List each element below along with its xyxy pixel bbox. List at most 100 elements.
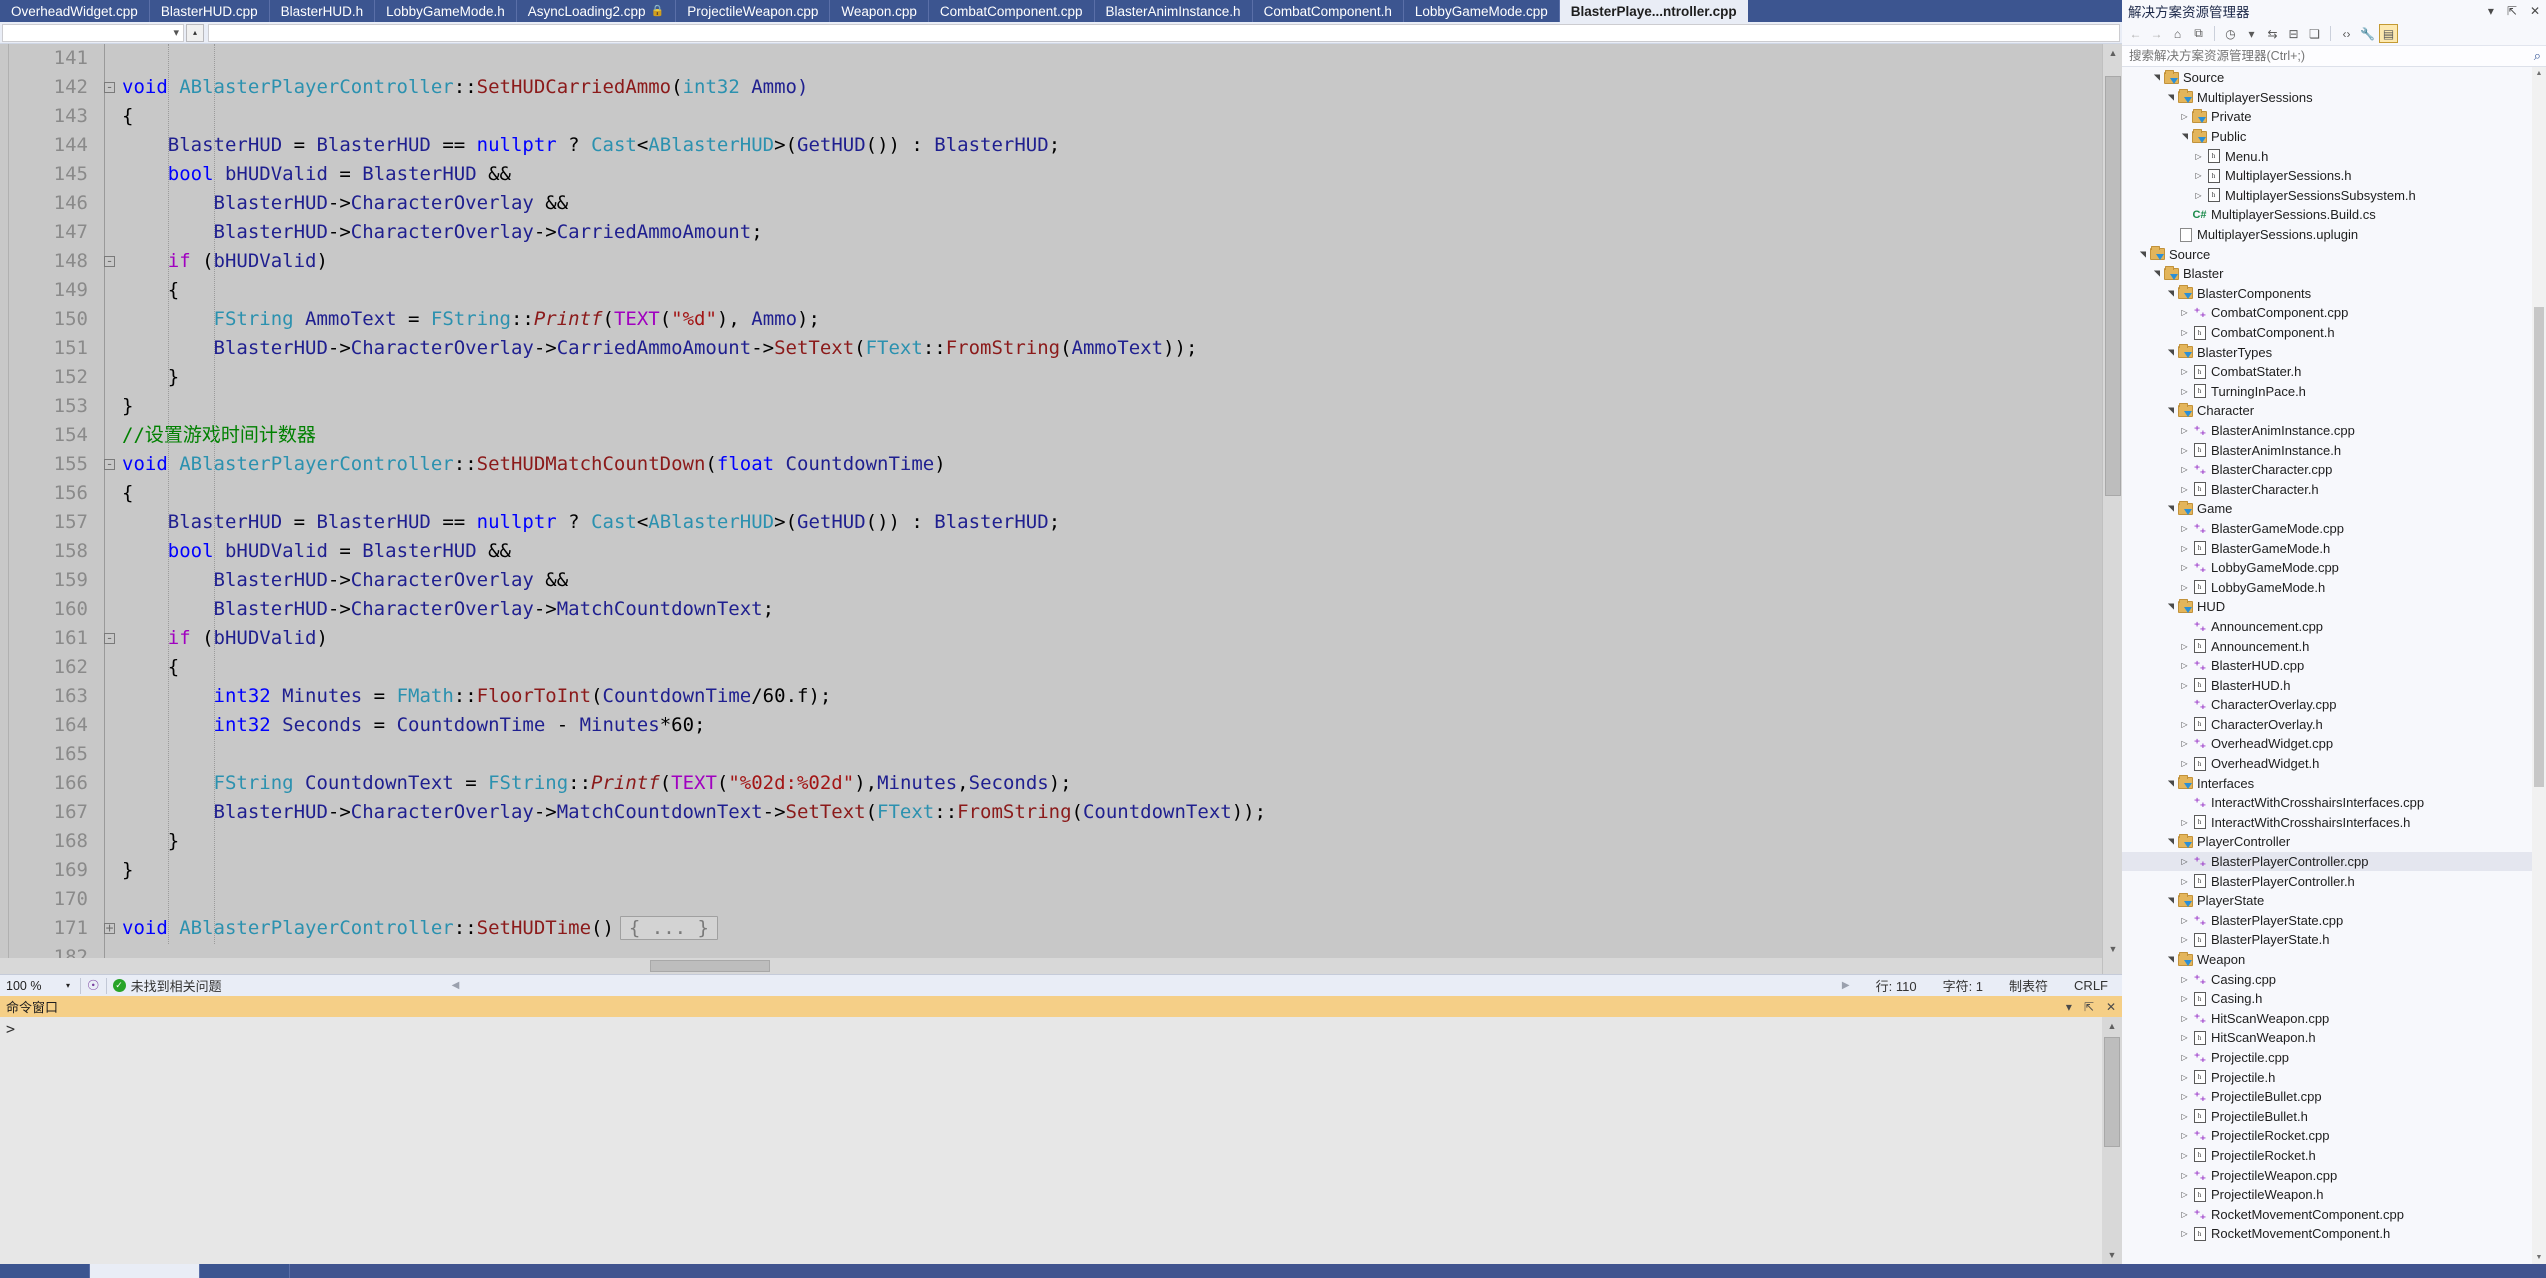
tree-item[interactable]: ▷ ⁺₊ ProjectileRocket.cpp [2122, 1126, 2532, 1146]
editor-tab[interactable]: BlasterAnimInstance.h [1094, 0, 1253, 22]
expand-arrow-closed-icon[interactable]: ▷ [2178, 112, 2191, 121]
code-line[interactable]: 148 - if (bHUDValid) [0, 247, 2102, 276]
expand-arrow-closed-icon[interactable]: ▷ [2178, 916, 2191, 925]
code-line[interactable]: 151 BlasterHUD->CharacterOverlay->Carrie… [0, 334, 2102, 363]
tree-item[interactable]: C# MultiplayerSessions.Build.cs [2122, 205, 2532, 225]
code-line[interactable]: 162 { [0, 653, 2102, 682]
tree-item[interactable]: ⁺₊ CharacterOverlay.cpp [2122, 695, 2532, 715]
solution-explorer-search[interactable]: ⌕ [2122, 46, 2546, 67]
expand-arrow-closed-icon[interactable]: ▷ [2178, 1190, 2191, 1199]
expand-arrow-closed-icon[interactable]: ▷ [2178, 485, 2191, 494]
tree-item[interactable]: ▷ h MultiplayerSessions.h [2122, 166, 2532, 186]
editor-hscroll-thumb[interactable] [650, 960, 770, 972]
command-prompt[interactable]: > [0, 1017, 2122, 1041]
expand-arrow-closed-icon[interactable]: ▷ [2192, 191, 2205, 200]
expand-arrow-closed-icon[interactable]: ▷ [2178, 1092, 2191, 1101]
expand-arrow-closed-icon[interactable]: ▷ [2178, 1210, 2191, 1219]
code-line[interactable]: 163 int32 Minutes = FMath::FloorToInt(Co… [0, 682, 2102, 711]
tree-item[interactable]: ◢ Character [2122, 401, 2532, 421]
tree-item[interactable]: ▷ h CharacterOverlay.h [2122, 715, 2532, 735]
tree-item[interactable]: ▷ h BlasterGameMode.h [2122, 538, 2532, 558]
expand-arrow-open-icon[interactable]: ◢ [2166, 404, 2175, 417]
tree-item[interactable]: ▷ ⁺₊ OverheadWidget.cpp [2122, 734, 2532, 754]
editor-tab[interactable]: AsyncLoading2.cpp 🔒 [516, 0, 677, 22]
code-line[interactable]: 142 - void ABlasterPlayerController::SetHU… [0, 73, 2102, 102]
code-line[interactable]: 149 { [0, 276, 2102, 305]
tree-item[interactable]: ▷ h ProjectileBullet.h [2122, 1106, 2532, 1126]
issues-prev-arrow[interactable]: ◀ [452, 980, 460, 991]
tree-item[interactable]: ◢ HUD [2122, 597, 2532, 617]
chevron-down-icon[interactable]: ▾ [2242, 24, 2261, 43]
expand-arrow-open-icon[interactable]: ◢ [2152, 71, 2161, 84]
expand-arrow-closed-icon[interactable]: ▷ [2178, 308, 2191, 317]
editor-tab[interactable]: OverheadWidget.cpp [0, 0, 150, 22]
tree-item[interactable]: ▷ ⁺₊ RocketMovementComponent.cpp [2122, 1204, 2532, 1224]
expand-arrow-closed-icon[interactable]: ▷ [2192, 152, 2205, 161]
tree-item[interactable]: ▷ Private [2122, 107, 2532, 127]
code-line[interactable]: 171 + void ABlasterPlayerController::SetHU… [0, 914, 2102, 943]
tree-item[interactable]: ▷ ⁺₊ BlasterAnimInstance.cpp [2122, 421, 2532, 441]
tree-item[interactable]: ▷ ⁺₊ CombatComponent.cpp [2122, 303, 2532, 323]
tree-item[interactable]: ◢ BlasterTypes [2122, 342, 2532, 362]
tool-window-tab[interactable] [90, 1264, 200, 1278]
tree-item[interactable]: ▷ ⁺₊ HitScanWeapon.cpp [2122, 1009, 2532, 1029]
expand-arrow-closed-icon[interactable]: ▷ [2178, 877, 2191, 886]
back-icon[interactable]: ← [2126, 24, 2145, 43]
code-line[interactable]: 159 BlasterHUD->CharacterOverlay && [0, 566, 2102, 595]
command-scroll-thumb[interactable] [2104, 1037, 2120, 1147]
expand-arrow-closed-icon[interactable]: ▷ [2178, 583, 2191, 592]
chevron-down-icon[interactable]: ▾ [2066, 1000, 2072, 1014]
tree-item[interactable]: ▷ h TurningInPace.h [2122, 382, 2532, 402]
editor-tab[interactable]: CombatComponent.h [1252, 0, 1404, 22]
expand-arrow-open-icon[interactable]: ◢ [2166, 894, 2175, 907]
collapsed-region[interactable]: { ... } [619, 916, 718, 940]
forward-icon[interactable]: → [2147, 24, 2166, 43]
sync-icon[interactable]: ⇆ [2263, 24, 2282, 43]
expand-arrow-closed-icon[interactable]: ▷ [2178, 1131, 2191, 1140]
command-window-actions[interactable]: ▾ ⇱ ✕ [2066, 1000, 2116, 1014]
command-window-scrollbar[interactable]: ▲ ▼ [2102, 1017, 2122, 1264]
code-line[interactable]: 145 bool bHUDValid = BlasterHUD && [0, 160, 2102, 189]
code-line[interactable]: 165 [0, 740, 2102, 769]
editor-tab[interactable]: CombatComponent.cpp [928, 0, 1095, 22]
tree-item[interactable]: ⁺₊ InteractWithCrosshairsInterfaces.cpp [2122, 793, 2532, 813]
tree-item[interactable]: ▷ ⁺₊ BlasterPlayerState.cpp [2122, 911, 2532, 931]
expand-arrow-closed-icon[interactable]: ▷ [2178, 367, 2191, 376]
tree-item[interactable]: ▷ ⁺₊ ProjectileWeapon.cpp [2122, 1165, 2532, 1185]
code-line[interactable]: 147 BlasterHUD->CharacterOverlay->Carrie… [0, 218, 2102, 247]
editor-navigation-bar[interactable]: ▾ ▴ [0, 22, 2122, 44]
tree-item[interactable]: ▷ h OverheadWidget.h [2122, 754, 2532, 774]
chevron-down-icon[interactable]: ▾ [2488, 4, 2494, 18]
expand-arrow-closed-icon[interactable]: ▷ [2178, 387, 2191, 396]
tree-item[interactable]: ◢ Source [2122, 244, 2532, 264]
expand-arrow-open-icon[interactable]: ◢ [2166, 91, 2175, 104]
expand-arrow-closed-icon[interactable]: ▷ [2178, 681, 2191, 690]
expand-arrow-closed-icon[interactable]: ▷ [2178, 465, 2191, 474]
editor-scroll-thumb[interactable] [2105, 76, 2121, 496]
code-line[interactable]: 166 FString CountdownText = FString::Pri… [0, 769, 2102, 798]
editor-tab[interactable]: BlasterPlaye...ntroller.cpp [1559, 0, 1748, 22]
expand-arrow-closed-icon[interactable]: ▷ [2178, 1229, 2191, 1238]
tree-item[interactable]: ◢ Source [2122, 68, 2532, 88]
expand-arrow-closed-icon[interactable]: ▷ [2178, 642, 2191, 651]
tree-item[interactable]: ▷ h Casing.h [2122, 989, 2532, 1009]
tree-item[interactable]: ▷ h MultiplayerSessionsSubsystem.h [2122, 186, 2532, 206]
expand-arrow-open-icon[interactable]: ◢ [2166, 835, 2175, 848]
editor-tab[interactable]: LobbyGameMode.h [375, 0, 517, 22]
command-window-panel[interactable]: 命令窗口 ▾ ⇱ ✕ > ▲ ▼ [0, 996, 2122, 1264]
expand-arrow-closed-icon[interactable]: ▷ [2178, 857, 2191, 866]
scroll-down-arrow[interactable]: ▼ [2102, 1246, 2122, 1264]
bottom-tool-window-tabs[interactable] [0, 1264, 2546, 1278]
tree-scroll-thumb[interactable] [2534, 307, 2544, 787]
tool-window-tab[interactable] [0, 1264, 90, 1278]
scroll-up-arrow[interactable]: ▲ [2532, 67, 2546, 80]
expand-arrow-closed-icon[interactable]: ▷ [2178, 1033, 2191, 1042]
tree-item[interactable]: ▷ ⁺₊ Projectile.cpp [2122, 1048, 2532, 1068]
scroll-up-arrow[interactable]: ▲ [2102, 1017, 2122, 1035]
tree-item[interactable]: ▷ h RocketMovementComponent.h [2122, 1224, 2532, 1244]
tree-item[interactable]: ▷ h HitScanWeapon.h [2122, 1028, 2532, 1048]
code-line[interactable]: 143 { [0, 102, 2102, 131]
tree-item[interactable]: ▷ h BlasterPlayerState.h [2122, 930, 2532, 950]
tree-item[interactable]: ◢ PlayerState [2122, 891, 2532, 911]
zoom-level-dropdown[interactable]: 100 % ▾ [2, 976, 74, 996]
